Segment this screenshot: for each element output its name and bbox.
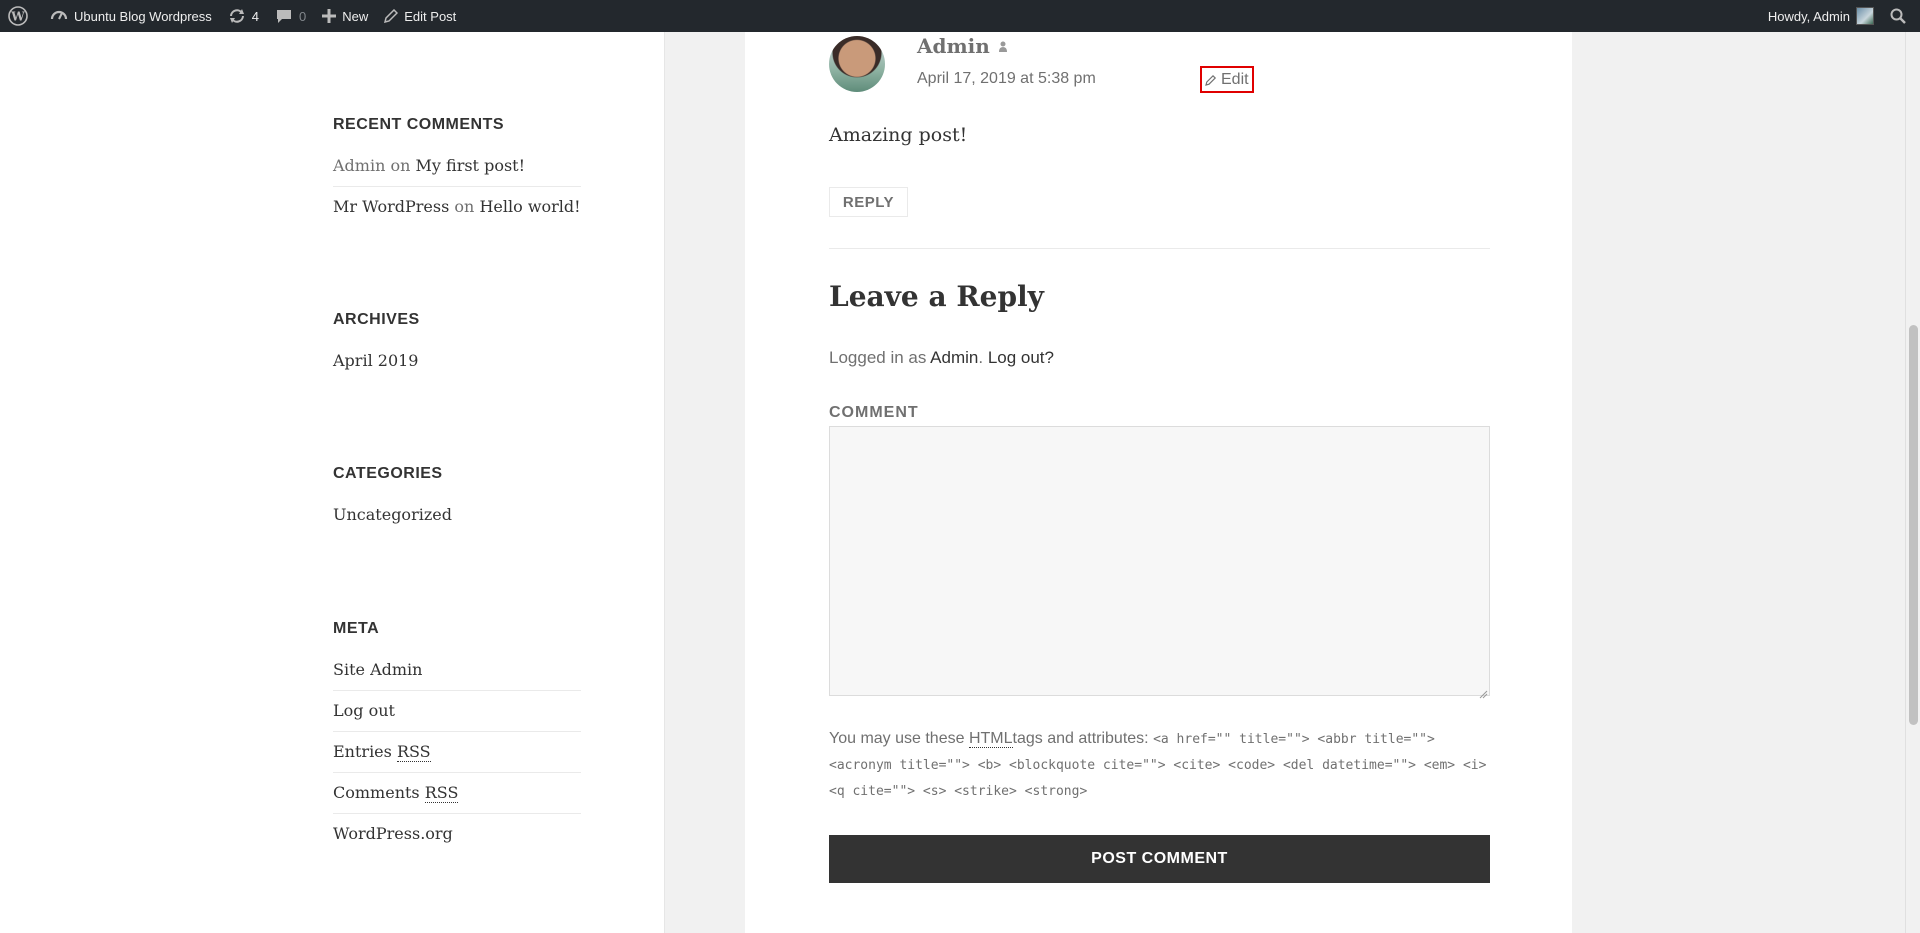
post-comment-button[interactable]: POST COMMENT	[829, 835, 1490, 883]
comment-textarea[interactable]	[829, 426, 1490, 696]
comment-author: Admin	[333, 156, 386, 175]
allowed-tags-note: You may use these HTMLtags and attribute…	[829, 726, 1490, 804]
sidebar: RECENT COMMENTS Admin on My first post! …	[0, 32, 665, 933]
list-item: Log out	[333, 690, 581, 731]
reply-title: Leave a Reply	[829, 280, 1044, 313]
widget-title: RECENT COMMENTS	[333, 116, 505, 133]
updates-icon	[229, 9, 244, 23]
meta-widget: META Site Admin Log out Entries RSS Comm…	[333, 620, 581, 854]
post-author-icon	[998, 34, 1008, 58]
profile-link[interactable]: Admin	[930, 348, 978, 367]
archive-link[interactable]: April 2019	[333, 351, 418, 370]
on-text: on	[390, 156, 411, 175]
comment-label: COMMENT	[829, 404, 919, 421]
divider	[829, 248, 1490, 249]
updates-link[interactable]: 4	[220, 0, 267, 32]
comments-label: Comments	[333, 783, 420, 802]
logout-link[interactable]: Log out?	[988, 348, 1054, 367]
comments-count: 0	[299, 8, 307, 24]
widget-title: META	[333, 620, 380, 637]
comment-date-link[interactable]: April 17, 2019 at 5:38 pm	[917, 70, 1096, 88]
my-account-menu[interactable]: Howdy, Admin	[1760, 0, 1882, 32]
list-item: April 2019	[333, 349, 581, 381]
comments-rss-link[interactable]: Comments RSS	[333, 783, 459, 803]
logged-in-as: Logged in as Admin. Log out?	[829, 348, 1054, 367]
wordpress-org-link[interactable]: WordPress.org	[333, 824, 453, 843]
on-text: on	[454, 197, 475, 216]
list-item: Comments RSS	[333, 772, 581, 813]
recent-post-link[interactable]: Hello world!	[479, 197, 580, 216]
edit-post-label: Edit Post	[404, 8, 457, 24]
site-admin-link[interactable]: Site Admin	[333, 660, 422, 679]
comment-bubble-icon	[277, 10, 292, 23]
widget-title: ARCHIVES	[333, 311, 420, 328]
admin-toolbar: W Ubuntu Blog Wordpress 4 0 New Edit Pos…	[0, 0, 1920, 32]
scrollbar-thumb[interactable]	[1909, 325, 1918, 725]
main-content: Admin April 17, 2019 at 5:38 pm Edit Ama…	[745, 32, 1572, 933]
recent-comments-widget: RECENT COMMENTS Admin on My first post! …	[333, 116, 581, 227]
log-out-link[interactable]: Log out	[333, 701, 395, 720]
vertical-scrollbar[interactable]	[1905, 32, 1920, 933]
comment-text: Amazing post!	[829, 124, 968, 146]
textarea-resize-handle[interactable]	[1478, 684, 1488, 703]
allowed-prefix: You may use these	[829, 730, 965, 747]
updates-count: 4	[251, 8, 260, 24]
allowed-suffix: tags and attributes:	[1012, 730, 1149, 747]
edit-comment-link[interactable]: Edit	[1200, 66, 1254, 93]
site-name: Ubuntu Blog Wordpress	[74, 8, 212, 24]
logged-in-prefix: Logged in as	[829, 348, 927, 367]
edit-post-link[interactable]: Edit Post	[376, 0, 464, 32]
list-item: Uncategorized	[333, 503, 581, 535]
pencil-icon	[1205, 74, 1217, 86]
list-item: Mr WordPress on Hello world!	[333, 186, 581, 227]
recent-post-link[interactable]: My first post!	[416, 156, 526, 175]
edit-label: Edit	[1221, 70, 1249, 88]
dashboard-icon	[50, 10, 68, 20]
search-button[interactable]	[1882, 0, 1920, 32]
new-label: New	[342, 8, 369, 24]
list-item: Entries RSS	[333, 731, 581, 772]
comment-author-name: Admin	[917, 34, 990, 58]
reply-button[interactable]: REPLY	[829, 187, 908, 217]
comments-link[interactable]: 0	[267, 0, 314, 32]
comment-author-link[interactable]: Mr WordPress	[333, 197, 449, 216]
rss-abbr: RSS	[424, 783, 459, 803]
wordpress-logo-button[interactable]: W	[0, 0, 42, 32]
rss-abbr: RSS	[396, 742, 431, 762]
list-item: WordPress.org	[333, 813, 581, 854]
list-item: Admin on My first post!	[333, 154, 581, 186]
comment-author-avatar	[829, 36, 885, 92]
wordpress-logo-icon: W	[8, 6, 28, 26]
category-link[interactable]: Uncategorized	[333, 505, 452, 524]
site-name-link[interactable]: Ubuntu Blog Wordpress	[42, 0, 220, 32]
new-content-link[interactable]: New	[314, 0, 376, 32]
comment-author: Admin	[917, 34, 1008, 58]
comment-meta: Admin April 17, 2019 at 5:38 pm Edit	[829, 32, 1490, 102]
entries-rss-link[interactable]: Entries RSS	[333, 742, 431, 762]
list-item: Site Admin	[333, 658, 581, 690]
categories-widget: CATEGORIES Uncategorized	[333, 465, 581, 535]
howdy-text: Howdy, Admin	[1767, 8, 1850, 24]
entries-label: Entries	[333, 742, 392, 761]
search-icon	[1890, 8, 1906, 24]
plus-icon	[322, 9, 337, 23]
pencil-icon	[384, 9, 399, 23]
archives-widget: ARCHIVES April 2019	[333, 311, 581, 381]
svg-text:W: W	[10, 10, 25, 24]
user-avatar-small	[1856, 7, 1874, 25]
widget-title: CATEGORIES	[333, 465, 443, 482]
html-abbr: HTML	[968, 730, 1013, 748]
